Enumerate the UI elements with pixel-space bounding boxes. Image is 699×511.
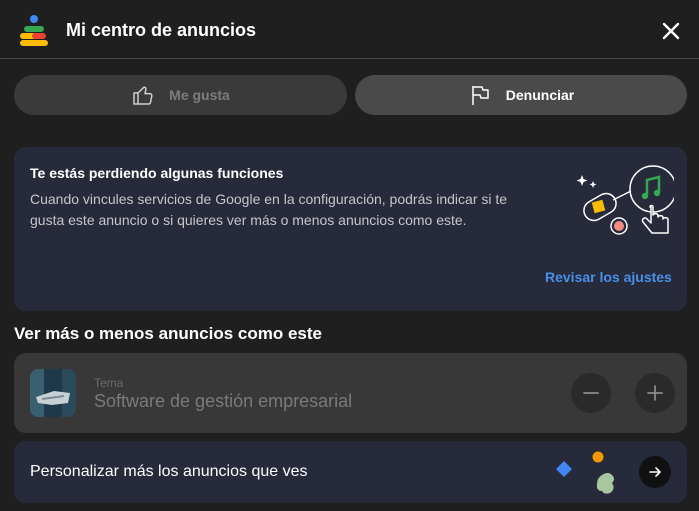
like-button-label: Me gusta (169, 87, 230, 103)
review-settings-link[interactable]: Revisar los ajustes (545, 269, 672, 285)
missing-features-card: Te estás perdiendo algunas funciones Cua… (14, 147, 687, 311)
arrow-right-icon (649, 467, 661, 477)
info-card-body: Cuando vincules servicios de Google en l… (30, 191, 508, 228)
customize-arrow-button[interactable] (639, 456, 671, 488)
plus-icon (647, 385, 663, 401)
customize-ads-card[interactable]: Personalizar más los anuncios que ves (14, 441, 687, 503)
ads-center-logo-icon (20, 15, 48, 46)
show-fewer-button[interactable] (571, 373, 611, 413)
report-button[interactable]: Denunciar (355, 75, 687, 115)
topic-name: Software de gestión empresarial (94, 391, 353, 411)
section-title: Ver más o menos anuncios como este (14, 324, 323, 343)
thumbs-up-icon (133, 86, 153, 105)
info-card-title: Te estás perdiendo algunas funciones (30, 165, 284, 181)
minus-icon (583, 392, 599, 394)
show-more-button[interactable] (635, 373, 675, 413)
flag-icon (472, 86, 489, 105)
dialog-title: Mi centro de anuncios (66, 20, 257, 40)
customize-illustration-icon (556, 451, 614, 494)
like-button[interactable]: Me gusta (14, 75, 347, 115)
topic-card: Tema Software de gestión empresarial (14, 353, 687, 433)
customize-ads-label: Personalizar más los anuncios que ves (30, 463, 308, 480)
dialog-header: Mi centro de anuncios (0, 0, 699, 59)
topic-thumbnail (30, 369, 76, 417)
settings-illustration-icon (576, 165, 674, 235)
topic-label: Tema (94, 376, 124, 390)
report-button-label: Denunciar (505, 87, 575, 103)
close-icon[interactable] (658, 18, 684, 44)
